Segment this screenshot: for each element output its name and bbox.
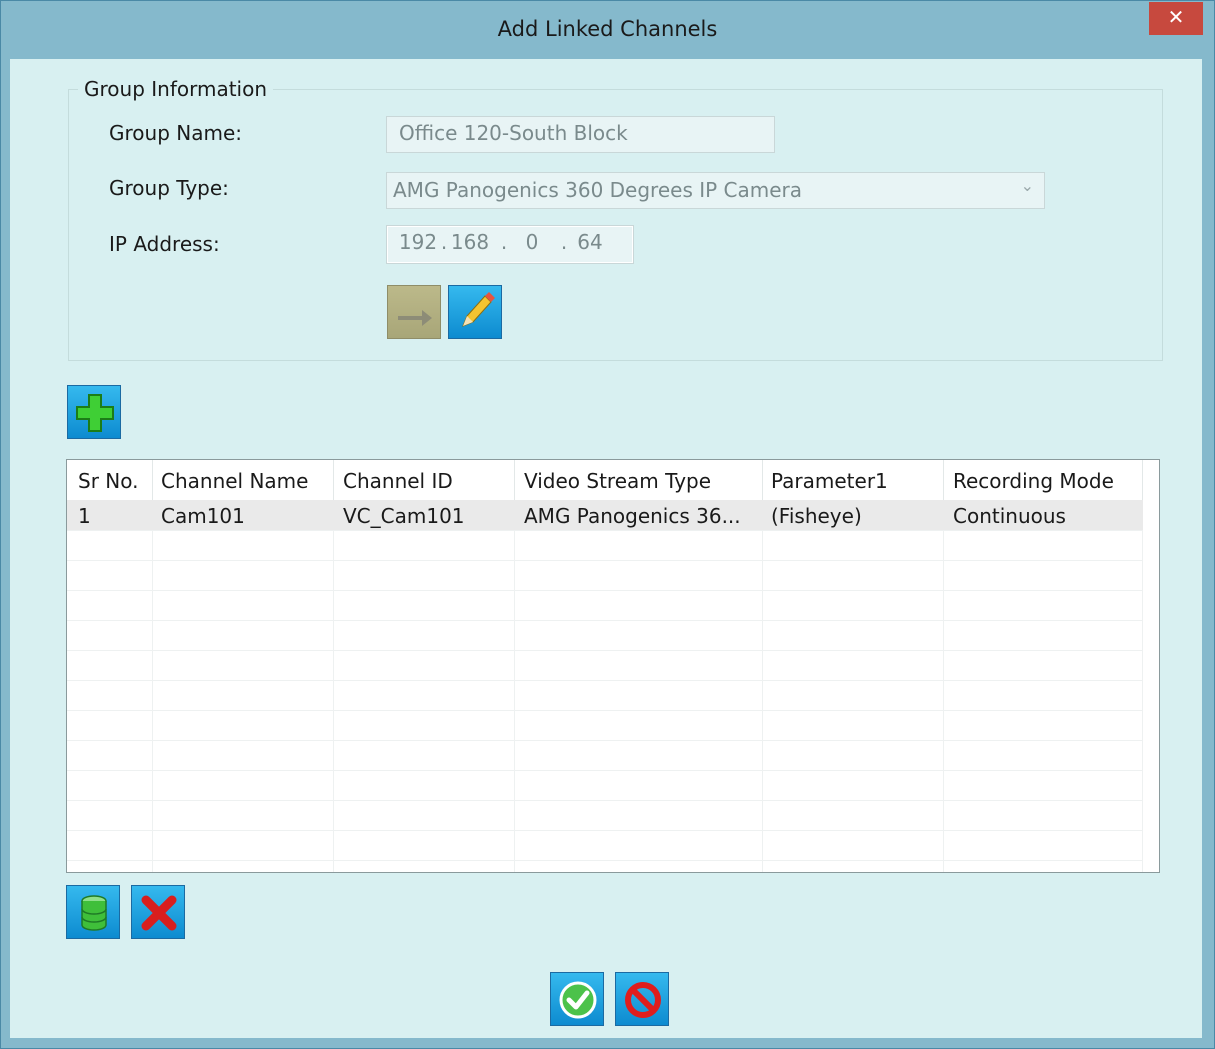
- group-type-dropdown[interactable]: AMG Panogenics 360 Degrees IP Camera ⌄: [386, 172, 1045, 209]
- empty-row: [67, 800, 1143, 831]
- pencil-icon: [462, 292, 495, 327]
- ip-octet-4[interactable]: 64: [569, 230, 611, 254]
- group-type-value: AMG Panogenics 360 Degrees IP Camera: [393, 178, 803, 202]
- group-name-field[interactable]: Office 120-South Block: [386, 116, 775, 153]
- cell-sr-no: 1: [78, 504, 91, 528]
- group-type-label: Group Type:: [109, 176, 229, 200]
- column-header-recording-mode[interactable]: Recording Mode: [953, 469, 1114, 493]
- ip-dot-separator: .: [560, 230, 568, 254]
- column-header-channel-id[interactable]: Channel ID: [343, 469, 453, 493]
- column-divider[interactable]: [152, 460, 153, 500]
- empty-row: [67, 830, 1143, 861]
- delete-row-button[interactable]: [131, 885, 185, 939]
- cancel-button[interactable]: [615, 972, 669, 1026]
- ip-dot-separator: .: [500, 230, 508, 254]
- cell-recording-mode: Continuous: [953, 504, 1066, 528]
- column-header-video-stream-type[interactable]: Video Stream Type: [524, 469, 711, 493]
- save-to-database-button[interactable]: [66, 885, 120, 939]
- column-header-channel-name[interactable]: Channel Name: [161, 469, 308, 493]
- ip-address-label: IP Address:: [109, 232, 220, 256]
- check-icon: [559, 981, 597, 1019]
- ip-octet-1[interactable]: 192: [397, 230, 439, 254]
- plus-icon: [76, 394, 114, 432]
- edit-button[interactable]: [448, 285, 502, 339]
- cell-video-stream-type: AMG Panogenics 36...: [524, 504, 741, 528]
- column-divider[interactable]: [762, 460, 763, 500]
- grid-header: Sr No. Channel Name Channel ID Video Str…: [67, 460, 1159, 500]
- red-x-icon: [141, 895, 177, 931]
- close-button[interactable]: ✕: [1149, 2, 1203, 35]
- empty-row: [67, 620, 1143, 651]
- title-bar[interactable]: Add Linked Channels ✕: [1, 1, 1214, 59]
- ip-octet-3[interactable]: 0: [511, 230, 553, 254]
- channels-grid[interactable]: Sr No. Channel Name Channel ID Video Str…: [66, 459, 1160, 873]
- column-divider[interactable]: [333, 460, 334, 500]
- group-information-legend: Group Information: [78, 77, 274, 101]
- ip-octet-2[interactable]: 168: [449, 230, 491, 254]
- column-divider[interactable]: [514, 460, 515, 500]
- window-title: Add Linked Channels: [497, 17, 718, 41]
- table-row[interactable]: 1 Cam101 VC_Cam101 AMG Panogenics 36... …: [67, 500, 1143, 531]
- empty-row: [67, 710, 1143, 741]
- database-icon: [81, 895, 107, 931]
- apply-button[interactable]: [387, 285, 441, 339]
- empty-row: [67, 650, 1143, 681]
- empty-row: [67, 770, 1143, 801]
- column-header-parameter1[interactable]: Parameter1: [771, 469, 888, 493]
- cell-parameter1: (Fisheye): [771, 504, 862, 528]
- arrow-right-icon: [398, 310, 432, 326]
- group-name-value: Office 120-South Block: [399, 121, 628, 145]
- group-name-label: Group Name:: [109, 121, 242, 145]
- add-channel-button[interactable]: [67, 385, 121, 439]
- empty-row: [67, 560, 1143, 591]
- empty-row: [67, 740, 1143, 771]
- empty-row: [67, 590, 1143, 621]
- chevron-down-icon: ⌄: [1020, 176, 1034, 195]
- ip-address-field[interactable]: 192 . 168 . 0 . 64: [386, 225, 634, 264]
- cell-channel-name: Cam101: [161, 504, 245, 528]
- empty-row: [67, 530, 1143, 561]
- cell-channel-id: VC_Cam101: [343, 504, 465, 528]
- column-divider[interactable]: [943, 460, 944, 500]
- column-header-sr-no[interactable]: Sr No.: [78, 469, 138, 493]
- column-divider[interactable]: [1142, 460, 1143, 500]
- ip-dot-separator: .: [440, 230, 448, 254]
- dialog-body: Group Information Group Name: Office 120…: [10, 59, 1202, 1038]
- prohibited-icon: [625, 982, 661, 1018]
- dialog-window: Add Linked Channels ✕ Group Information …: [0, 0, 1215, 1049]
- ok-button[interactable]: [550, 972, 604, 1026]
- empty-row: [67, 680, 1143, 711]
